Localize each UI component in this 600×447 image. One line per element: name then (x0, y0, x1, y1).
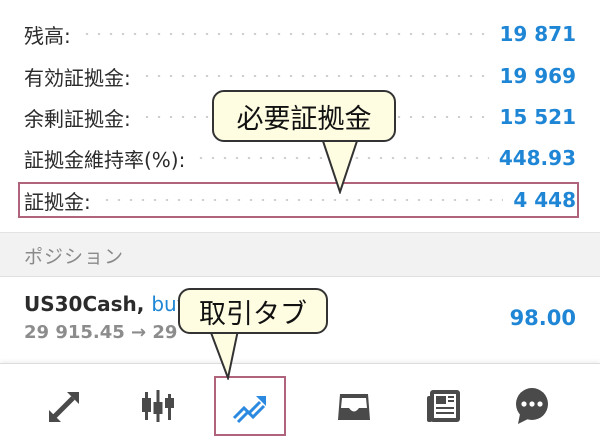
positions-section-header: ポジション (0, 233, 600, 277)
equity-value: 19 969 (499, 64, 576, 88)
dotted-leader (140, 75, 490, 77)
tab-chart[interactable] (108, 364, 208, 447)
tab-quotes[interactable] (15, 364, 115, 447)
margin-callout: 必要証拠金 (212, 90, 396, 142)
position-prices: 29 915.45 → 29 (24, 322, 178, 343)
balance-label: 残高: (24, 23, 71, 48)
chart-candles-icon (142, 390, 174, 422)
news-icon (427, 390, 460, 422)
quotes-arrows-icon (49, 392, 79, 422)
position-symbol-name: US30Cash, (24, 292, 145, 316)
trade-tab-highlight-box (214, 376, 286, 436)
tab-news[interactable] (394, 364, 494, 447)
position-symbol: US30Cash, buy (24, 292, 189, 316)
inbox-icon (338, 394, 370, 420)
free-margin-label: 余剰証拠金: (24, 106, 131, 131)
equity-label: 有効証拠金: (24, 65, 131, 90)
free-margin-value: 15 521 (499, 105, 576, 129)
margin-highlight-box (18, 182, 579, 218)
balance-row: 残高: 19 871 (24, 16, 576, 52)
chat-icon (516, 388, 548, 424)
tab-callout-text: 取引タブ (199, 298, 307, 330)
bottom-tab-bar (0, 363, 600, 447)
margin-level-label: 証拠金維持率(%): (24, 147, 186, 172)
margin-level-value: 448.93 (498, 146, 576, 170)
positions-header-label: ポジション (24, 246, 125, 268)
equity-row: 有効証拠金: 19 969 (24, 58, 576, 94)
balance-value: 19 871 (499, 22, 576, 46)
position-profit: 98.00 (509, 306, 576, 330)
margin-level-row: 証拠金維持率(%): 448.93 (24, 140, 576, 176)
tab-callout: 取引タブ (178, 288, 328, 334)
margin-callout-tail (320, 138, 360, 194)
tab-chat[interactable] (482, 364, 582, 447)
tab-mailbox[interactable] (304, 364, 404, 447)
margin-callout-text: 必要証拠金 (236, 103, 372, 135)
dotted-leader (80, 33, 490, 35)
tab-callout-tail (208, 330, 240, 380)
